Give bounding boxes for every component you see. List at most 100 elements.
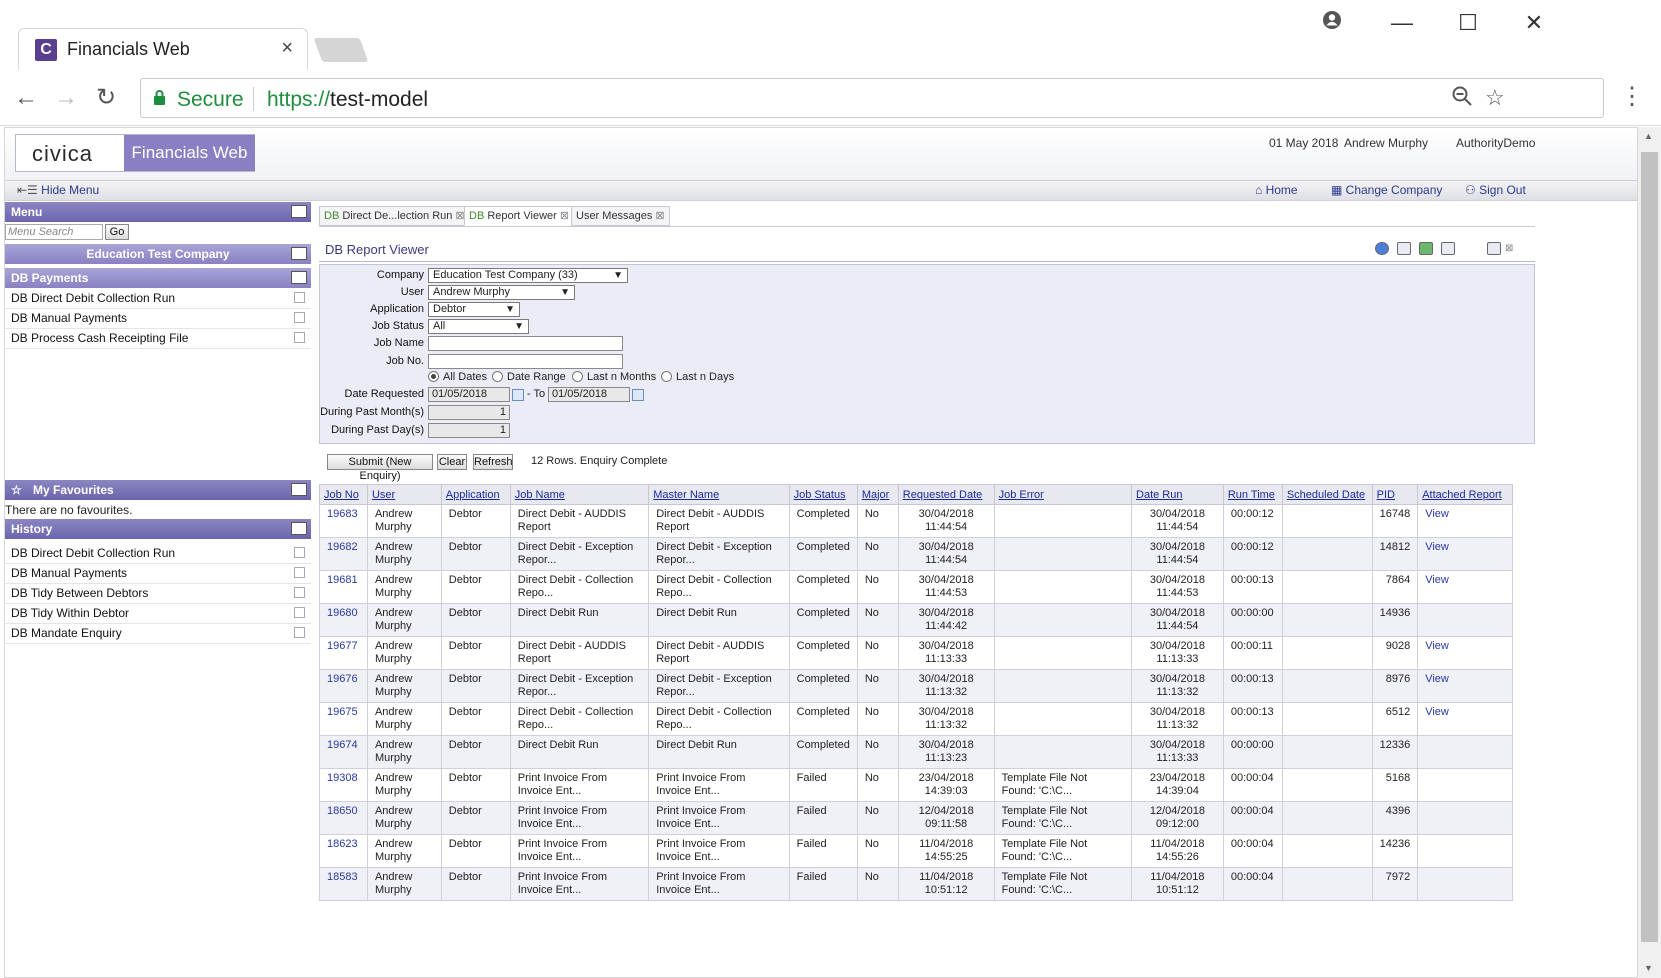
col-run-time[interactable]: Run Time (1222, 484, 1283, 505)
attached-report-link[interactable]: View (1417, 702, 1513, 736)
table-row[interactable]: 18583 Andrew Murphy Debtor Print Invoice Fr… (319, 867, 1513, 901)
clear-button[interactable]: Clear (437, 454, 467, 470)
browser-tab[interactable]: C Financials Web × (18, 28, 308, 70)
attached-report-link[interactable]: View (1417, 636, 1513, 670)
tab-close-icon[interactable]: ⊠ (560, 210, 569, 222)
new-tab-button[interactable] (313, 38, 369, 62)
attached-report-link[interactable]: View (1417, 537, 1513, 571)
col-user[interactable]: User (366, 484, 442, 505)
job-no-link[interactable]: 19683 (319, 504, 368, 538)
date-to-input[interactable]: 01/05/2018 (548, 387, 630, 402)
section-collapse-icon[interactable] (291, 271, 307, 284)
submit-new-enquiry-button[interactable]: Submit (New Enquiry) (327, 454, 433, 482)
calendar-icon[interactable] (512, 389, 524, 401)
application-select[interactable]: Debtor ▼ (428, 302, 520, 317)
job-no-link[interactable]: 19681 (319, 570, 368, 604)
history-pin-icon[interactable] (291, 522, 307, 535)
table-row[interactable]: 18650 Andrew Murphy Debtor Print Invoice Fr… (319, 801, 1513, 835)
col-job-status[interactable]: Job Status (788, 484, 858, 505)
attached-report-link[interactable] (1417, 867, 1513, 901)
col-requested-date[interactable]: Requested Date (897, 484, 995, 505)
tab-report-viewer[interactable]: DB Report Viewer ⊠ (464, 206, 575, 226)
job-no-link[interactable]: 19674 (319, 735, 368, 769)
window-restore-icon[interactable] (1487, 242, 1501, 255)
favourites-pin-icon[interactable] (291, 483, 307, 496)
table-row[interactable]: 19674 Andrew Murphy Debtor Direct Debit Run… (319, 735, 1513, 769)
calendar-icon[interactable] (632, 389, 644, 401)
job-no-link[interactable]: 19676 (319, 669, 368, 703)
col-scheduled-date[interactable]: Scheduled Date (1281, 484, 1373, 505)
job-no-link[interactable]: 19308 (319, 768, 368, 802)
table-row[interactable]: 19675 Andrew Murphy Debtor Direct Debit - C… (319, 702, 1513, 736)
menu-item-process-cash-receipting-file[interactable]: DB Process Cash Receipting File (5, 329, 311, 349)
user-select[interactable]: Andrew Murphy ▼ (428, 285, 575, 300)
history-item[interactable]: DB Manual Payments (5, 564, 311, 584)
panel-pin-icon[interactable] (291, 205, 307, 218)
open-external-icon[interactable] (294, 607, 305, 618)
job-no-link[interactable]: 18623 (319, 834, 368, 868)
minimize-button[interactable]: — (1380, 8, 1424, 38)
attached-report-link[interactable] (1417, 768, 1513, 802)
open-external-icon[interactable] (294, 627, 305, 638)
past-days-input[interactable]: 1 (428, 423, 510, 438)
url-text[interactable]: https://test-model (267, 88, 428, 112)
job-no-link[interactable]: 19682 (319, 537, 368, 571)
table-row[interactable]: 19682 Andrew Murphy Debtor Direct Debit - E… (319, 537, 1513, 571)
history-item[interactable]: DB Tidy Within Debtor (5, 604, 311, 624)
company-select[interactable]: Education Test Company (33) ▼ (428, 268, 628, 283)
job-no-link[interactable]: 18650 (319, 801, 368, 835)
table-row[interactable]: 19677 Andrew Murphy Debtor Direct Debit - A… (319, 636, 1513, 670)
print-icon[interactable] (1397, 242, 1411, 255)
col-application[interactable]: Application (440, 484, 511, 505)
table-row[interactable]: 19676 Andrew Murphy Debtor Direct Debit - E… (319, 669, 1513, 703)
menu-item-manual-payments[interactable]: DB Manual Payments (5, 309, 311, 329)
company-pin-icon[interactable] (291, 247, 307, 260)
bookmark-star-icon[interactable]: ☆ (1485, 85, 1505, 111)
db-payments-header[interactable]: DB Payments (5, 268, 311, 288)
window-close-button[interactable]: ✕ (1512, 8, 1556, 38)
open-external-icon[interactable] (294, 332, 305, 343)
radio-all-dates[interactable]: All Dates (428, 371, 487, 383)
job-no-link[interactable]: 19675 (319, 702, 368, 736)
job-no-input[interactable] (428, 354, 623, 369)
zoom-icon[interactable] (1451, 85, 1473, 113)
col-pid[interactable]: PID (1371, 484, 1419, 505)
attached-report-link[interactable] (1417, 834, 1513, 868)
open-external-icon[interactable] (294, 547, 305, 558)
attached-report-link[interactable] (1417, 801, 1513, 835)
scroll-down-icon[interactable]: ▼ (1644, 963, 1653, 973)
attached-report-link[interactable]: View (1417, 570, 1513, 604)
table-row[interactable]: 19683 Andrew Murphy Debtor Direct Debit - A… (319, 504, 1513, 538)
hide-menu-button[interactable]: ⇤☰ Hide Menu (17, 183, 99, 197)
attached-report-link[interactable]: View (1417, 504, 1513, 538)
col-master-name[interactable]: Master Name (648, 484, 790, 505)
date-from-input[interactable]: 01/05/2018 (428, 387, 510, 402)
job-status-select[interactable]: All ▼ (428, 319, 529, 334)
job-name-input[interactable] (428, 336, 623, 351)
history-item[interactable]: DB Direct Debit Collection Run (5, 544, 311, 564)
open-external-icon[interactable] (294, 292, 305, 303)
back-arrow-icon[interactable]: ← (8, 80, 44, 116)
radio-last-n-months[interactable]: Last n Months (572, 371, 656, 383)
export-excel-icon[interactable] (1419, 242, 1433, 255)
history-item[interactable]: DB Tidy Between Debtors (5, 584, 311, 604)
radio-date-range[interactable]: Date Range (492, 371, 566, 383)
reload-icon[interactable]: ↻ (88, 80, 124, 116)
radio-last-n-days[interactable]: Last n Days (661, 371, 734, 383)
attached-report-link[interactable]: View (1417, 669, 1513, 703)
change-company-button[interactable]: ▦ Change Company (1331, 183, 1442, 197)
col-job-error[interactable]: Job Error (993, 484, 1133, 505)
home-button[interactable]: ⌂ Home (1255, 183, 1298, 197)
table-row[interactable]: 19681 Andrew Murphy Debtor Direct Debit - C… (319, 570, 1513, 604)
job-no-link[interactable]: 18583 (319, 867, 368, 901)
open-external-icon[interactable] (294, 312, 305, 323)
scrollbar-thumb[interactable] (1641, 152, 1658, 942)
filter-icon[interactable] (1441, 242, 1455, 255)
sign-out-button[interactable]: ⚇ Sign Out (1465, 183, 1526, 197)
refresh-button[interactable]: Refresh (473, 454, 513, 470)
table-row[interactable]: 19680 Andrew Murphy Debtor Direct Debit Run… (319, 603, 1513, 637)
menu-search-input[interactable]: Menu Search (5, 224, 103, 240)
col-job-no[interactable]: Job No (319, 484, 368, 505)
scroll-up-icon[interactable]: ▲ (1644, 131, 1653, 141)
tab-user-messages[interactable]: User Messages ⊠ (571, 206, 670, 226)
